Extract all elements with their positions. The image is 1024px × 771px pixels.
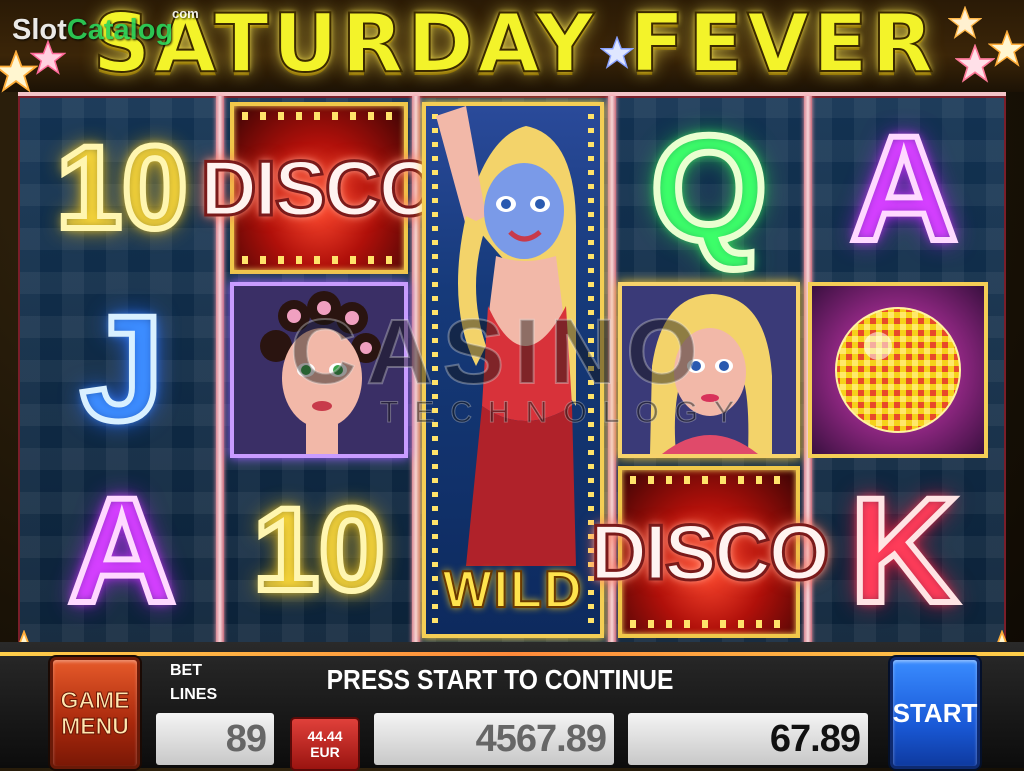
- game-menu-label-line2: MENU: [61, 713, 130, 740]
- symbol-disco-text: DISCO: [589, 506, 831, 597]
- denomination-currency: EUR: [310, 744, 340, 760]
- symbol-ten: 10: [230, 462, 408, 638]
- dancing-blonde-woman-icon: [436, 106, 576, 566]
- symbol-wild: WILD: [422, 102, 604, 638]
- watermark-suffix: com: [172, 6, 199, 21]
- credit-display: 4567.89: [374, 713, 614, 765]
- denomination-value: 44.44: [307, 728, 343, 744]
- bet-label: BET: [170, 662, 202, 679]
- symbol-ten-text: 10: [53, 122, 190, 254]
- header-bar: SATURDAY FEVER SlotCatalog com: [0, 0, 1024, 93]
- denomination-button[interactable]: 44.44 EUR: [290, 717, 360, 771]
- game-menu-label-line1: GAME: [60, 687, 130, 714]
- symbol-ten: 10: [32, 102, 212, 274]
- symbol-disco-ball: [808, 282, 988, 458]
- star-icon: [29, 39, 67, 76]
- start-label: START: [892, 697, 978, 728]
- game-menu-button[interactable]: GAME MENU: [50, 657, 140, 769]
- star-icon: [947, 5, 983, 40]
- symbol-ace-text: A: [65, 466, 179, 634]
- woman-curlers-portrait-icon: [234, 286, 404, 454]
- status-message: PRESS START TO CONTINUE: [326, 664, 674, 695]
- symbol-disco: DISCO: [199, 102, 441, 274]
- disco-ball-icon: [835, 307, 961, 433]
- start-button[interactable]: START: [890, 657, 980, 769]
- symbol-queen: Q: [618, 102, 800, 274]
- lines-label: LINES: [170, 686, 218, 703]
- symbol-wild-text: WILD: [442, 560, 584, 620]
- star-icon: [987, 29, 1024, 68]
- symbol-king-text: K: [847, 466, 961, 634]
- symbol-jack-text: J: [77, 284, 166, 452]
- win-display: 67.89: [628, 713, 868, 765]
- symbol-blonde-woman: [618, 282, 800, 458]
- symbol-disco-text: DISCO: [199, 142, 441, 233]
- bulb-strip: [242, 112, 396, 120]
- bulb-strip: [630, 476, 788, 484]
- symbol-king: K: [814, 462, 994, 638]
- bulb-strip: [630, 620, 788, 628]
- game-title: SATURDAY FEVER: [92, 0, 938, 91]
- watermark-part2: Catalog: [66, 14, 174, 46]
- lines-value-display[interactable]: 89: [156, 713, 274, 765]
- bulb-strip: [242, 256, 396, 264]
- symbol-disco: DISCO: [589, 466, 831, 638]
- symbol-ten-text: 10: [250, 484, 387, 616]
- symbol-jack: J: [32, 280, 212, 456]
- symbol-queen-text: Q: [647, 104, 771, 272]
- symbol-ace-text: A: [847, 104, 961, 272]
- panel-rail: [0, 652, 1024, 656]
- symbol-ace: A: [32, 462, 212, 638]
- symbol-woman-curlers: [230, 282, 408, 458]
- star-icon: [599, 35, 635, 70]
- reel-area: 10 J A DISCO 10 WILD Q DISCO A K: [18, 92, 1006, 650]
- blonde-woman-portrait-icon: [622, 286, 796, 454]
- symbol-ace: A: [814, 102, 994, 274]
